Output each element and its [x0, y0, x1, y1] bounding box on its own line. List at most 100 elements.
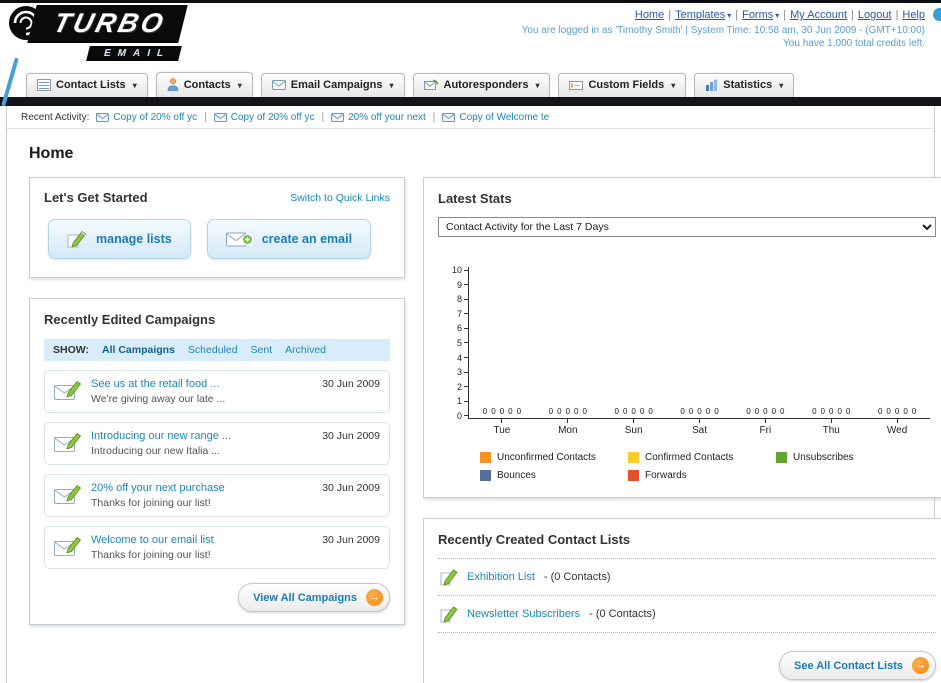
- filter-all-campaigns[interactable]: All Campaigns: [102, 344, 175, 356]
- campaign-row[interactable]: Introducing our new range ... Introducin…: [44, 422, 390, 465]
- x-axis-label: Fri: [732, 419, 798, 436]
- y-axis-tick: 5: [457, 338, 468, 347]
- recent-activity-text: Copy of Welcome te: [459, 112, 550, 123]
- campaign-subtitle: We're giving away our late ...: [91, 393, 226, 405]
- campaign-title-link[interactable]: Introducing our new range ...: [91, 430, 313, 442]
- chart-y-axis: 10 9 8 7 6 5 4 3 2 1 0: [444, 266, 468, 420]
- campaign-envelope-pencil-icon: [54, 432, 82, 452]
- login-status-text: You are logged in as 'Timothy Smith' | S…: [521, 25, 925, 36]
- view-all-campaigns-button[interactable]: View All Campaigns: [238, 583, 390, 612]
- separator: [204, 112, 207, 123]
- chart-value-group: 00000: [614, 407, 653, 416]
- recent-contact-lists-panel: Recently Created Contact Lists Exhibitio…: [423, 518, 941, 683]
- nav-link-home[interactable]: Home: [635, 9, 664, 21]
- contact-activity-chart: 10 9 8 7 6 5 4 3 2 1 0 000000000000000000000000000…: [438, 266, 936, 481]
- legend-item: Confirmed Contacts: [628, 452, 776, 463]
- y-axis-tick: 7: [457, 309, 468, 318]
- nav-link-templates[interactable]: Templates: [675, 9, 731, 21]
- tab-label: Statistics: [723, 79, 773, 91]
- tab-contacts[interactable]: Contacts: [155, 72, 253, 97]
- campaign-row[interactable]: See us at the retail food ... We're givi…: [44, 370, 390, 413]
- contact-list-count: - (0 Contacts): [543, 571, 611, 583]
- recent-activity-text: Copy of 20% off yc: [230, 112, 315, 123]
- filter-scheduled[interactable]: Scheduled: [188, 344, 238, 356]
- logo-text: TURBO EMAIL: [27, 5, 188, 61]
- tab-custom-fields[interactable]: Custom Fields: [558, 73, 687, 97]
- stats-period-select[interactable]: Contact Activity for the Last 7 Days: [438, 217, 936, 237]
- envelope-plus-icon: [225, 232, 253, 246]
- legend-item: Forwards: [628, 470, 776, 481]
- credits-text: You have 1,000 total credits left.: [783, 38, 925, 49]
- latest-stats-panel: Latest Stats Contact Activity for the La…: [423, 177, 941, 498]
- x-axis-label: Tue: [469, 419, 535, 436]
- chevron-down-icon: [725, 9, 731, 21]
- y-axis-tick: 8: [457, 295, 468, 304]
- nav-link-my-account[interactable]: My Account: [790, 9, 847, 21]
- manage-lists-label: manage lists: [96, 232, 172, 246]
- contact-lists-icon: [37, 79, 51, 91]
- nav-link-help[interactable]: Help: [902, 9, 925, 21]
- create-email-button[interactable]: create an email: [206, 219, 372, 259]
- envelope-icon: [442, 113, 456, 122]
- separator: [668, 9, 671, 21]
- recent-activity-text: 20% off your next: [348, 112, 426, 123]
- filter-sent[interactable]: Sent: [251, 344, 273, 356]
- tab-label: Contacts: [183, 78, 231, 91]
- campaign-title-link[interactable]: 20% off your next purchase: [91, 482, 313, 494]
- x-axis-label: Sun: [601, 419, 667, 436]
- arrow-right-icon: [912, 657, 929, 674]
- recent-activity-link[interactable]: 20% off your next: [331, 112, 426, 123]
- campaign-title-link[interactable]: Welcome to our email list: [91, 534, 313, 546]
- nav-link-forms[interactable]: Forms: [742, 9, 779, 21]
- recent-activity-link[interactable]: Copy of 20% off yc: [96, 112, 197, 123]
- y-axis-tick: 2: [457, 382, 468, 391]
- switch-quick-links-link[interactable]: Switch to Quick Links: [290, 192, 390, 204]
- list-pencil-icon: [440, 606, 458, 623]
- recent-activity-link[interactable]: Copy of 20% off yc: [213, 112, 315, 123]
- campaign-row[interactable]: Welcome to our email list Thanks for joi…: [44, 526, 390, 569]
- separator: [851, 9, 854, 21]
- campaigns-title: Recently Edited Campaigns: [44, 312, 216, 327]
- chevron-down-icon: [131, 79, 137, 91]
- tab-autoresponders[interactable]: Autoresponders: [412, 73, 551, 97]
- manage-lists-button[interactable]: manage lists: [48, 219, 191, 259]
- create-email-label: create an email: [261, 232, 353, 246]
- tab-email-campaigns[interactable]: Email Campaigns: [260, 73, 405, 97]
- legend-item: Bounces: [480, 470, 628, 481]
- email-campaigns-icon: [271, 80, 286, 90]
- campaign-filter-bar: SHOW: All Campaigns Scheduled Sent Archi…: [44, 339, 390, 361]
- recent-activity-label: Recent Activity:: [21, 112, 90, 123]
- legend-swatch: [628, 470, 639, 481]
- campaign-row[interactable]: 20% off your next purchase Thanks for jo…: [44, 474, 390, 517]
- x-axis-label: Sat: [667, 419, 733, 436]
- autoresponders-icon: [423, 79, 438, 90]
- contact-list-link[interactable]: Newsletter Subscribers: [467, 608, 580, 620]
- view-all-campaigns-label: View All Campaigns: [253, 591, 357, 604]
- tab-label: Email Campaigns: [290, 79, 383, 91]
- tab-statistics[interactable]: Statistics: [694, 73, 795, 97]
- see-all-contact-lists-button[interactable]: See All Contact Lists: [778, 651, 936, 680]
- nav-divider-bar: [0, 97, 941, 106]
- contact-lists-title: Recently Created Contact Lists: [438, 532, 631, 547]
- left-column: Let's Get Started Switch to Quick Links …: [29, 177, 405, 645]
- chart-legend: Unconfirmed Contacts Confirmed Contacts Un…: [480, 452, 930, 481]
- chevron-down-icon: [669, 79, 675, 91]
- contact-list-row[interactable]: Newsletter Subscribers - (0 Contacts): [438, 596, 936, 633]
- recent-activity-link[interactable]: Copy of Welcome te: [442, 112, 549, 123]
- y-axis-tick: 6: [457, 324, 468, 333]
- campaign-title-link[interactable]: See us at the retail food ...: [91, 378, 313, 390]
- contact-list-row[interactable]: Exhibition List - (0 Contacts): [438, 559, 936, 596]
- y-axis-tick: 10: [452, 266, 468, 275]
- campaign-date: 30 Jun 2009: [322, 534, 380, 546]
- y-axis-tick: 0: [457, 411, 468, 420]
- contact-list-link[interactable]: Exhibition List: [467, 571, 535, 583]
- tab-contact-lists[interactable]: Contact Lists: [26, 73, 148, 97]
- y-axis-tick: 3: [457, 368, 468, 377]
- chevron-down-icon: [387, 79, 393, 91]
- chevron-down-icon: [777, 79, 783, 91]
- contacts-icon: [167, 78, 179, 91]
- nav-link-logout[interactable]: Logout: [858, 9, 892, 21]
- filter-archived[interactable]: Archived: [285, 344, 326, 356]
- separator: [783, 9, 786, 21]
- right-column: Latest Stats Contact Activity for the La…: [423, 177, 941, 683]
